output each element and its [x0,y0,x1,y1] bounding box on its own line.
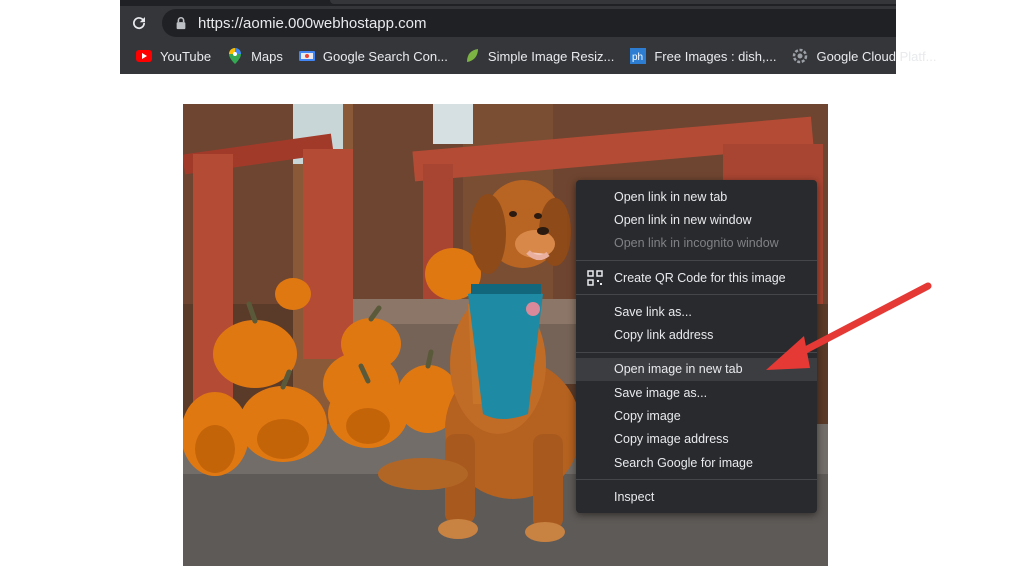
qr-code-icon [586,269,604,287]
menu-item-label: Open link in new tab [614,189,728,204]
lock-icon [176,17,186,30]
search-console-icon [298,48,315,64]
menu-copy-image[interactable]: Copy image [576,404,817,427]
menu-item-label: Search Google for image [614,455,753,470]
menu-open-link-new-tab[interactable]: Open link in new tab [576,185,817,208]
bookmark-label: Free Images : dish,... [654,48,777,64]
menu-item-label: Copy link address [614,328,714,343]
bookmark-label: Simple Image Resiz... [487,48,615,64]
bookmarks-bar: YouTube Maps Google Search Con... Simple… [120,42,936,70]
menu-separator [576,479,817,481]
menu-copy-image-address[interactable]: Copy image address [576,428,817,451]
menu-item-label: Open image in new tab [614,362,743,377]
svg-text:ph: ph [632,52,643,63]
gear-icon [792,48,808,64]
browser-toolbar: https://aomie.000webhostapp.com YouTube … [120,0,936,74]
reload-button[interactable] [128,12,150,34]
url-text[interactable]: https://aomie.000webhostapp.com [198,15,426,32]
menu-item-label: Save image as... [614,385,708,400]
bookmark-label: Maps [251,48,283,64]
menu-separator [576,259,817,261]
bookmark-free-images[interactable]: ph Free Images : dish,... [630,48,776,64]
youtube-icon [136,48,152,64]
bookmark-google-cloud[interactable]: Google Cloud Platf... [792,48,936,64]
bookmark-image-resizer[interactable]: Simple Image Resiz... [464,48,614,64]
active-tab-edge[interactable] [330,0,896,4]
bookmark-label: Google Search Con... [322,48,448,64]
menu-item-label: Inspect [614,489,655,504]
bookmark-search-console[interactable]: Google Search Con... [298,48,448,64]
menu-item-label: Open link in incognito window [614,236,779,251]
menu-item-label: Copy image address [614,432,729,447]
bookmark-youtube[interactable]: YouTube [136,48,211,64]
bookmark-label: Google Cloud Platf... [816,48,937,64]
bookmark-maps[interactable]: Maps [227,48,283,64]
bookmark-label: YouTube [160,48,212,64]
maps-pin-icon [227,48,243,64]
menu-open-link-new-window[interactable]: Open link in new window [576,208,817,231]
menu-open-link-incognito: Open link in incognito window [576,232,817,255]
leaf-icon [464,48,480,64]
menu-item-label: Copy image [614,409,681,424]
menu-search-google-for-image[interactable]: Search Google for image [576,451,817,474]
menu-item-label: Save link as... [614,304,692,319]
reload-icon [133,17,146,30]
menu-item-label: Open link in new window [614,212,752,227]
tab-strip [120,0,896,6]
menu-save-image-as[interactable]: Save image as... [576,381,817,404]
red-arrow-annotation [766,282,932,370]
address-bar[interactable]: https://aomie.000webhostapp.com [162,9,896,37]
ph-icon: ph [630,48,647,64]
menu-inspect[interactable]: Inspect [576,485,817,508]
